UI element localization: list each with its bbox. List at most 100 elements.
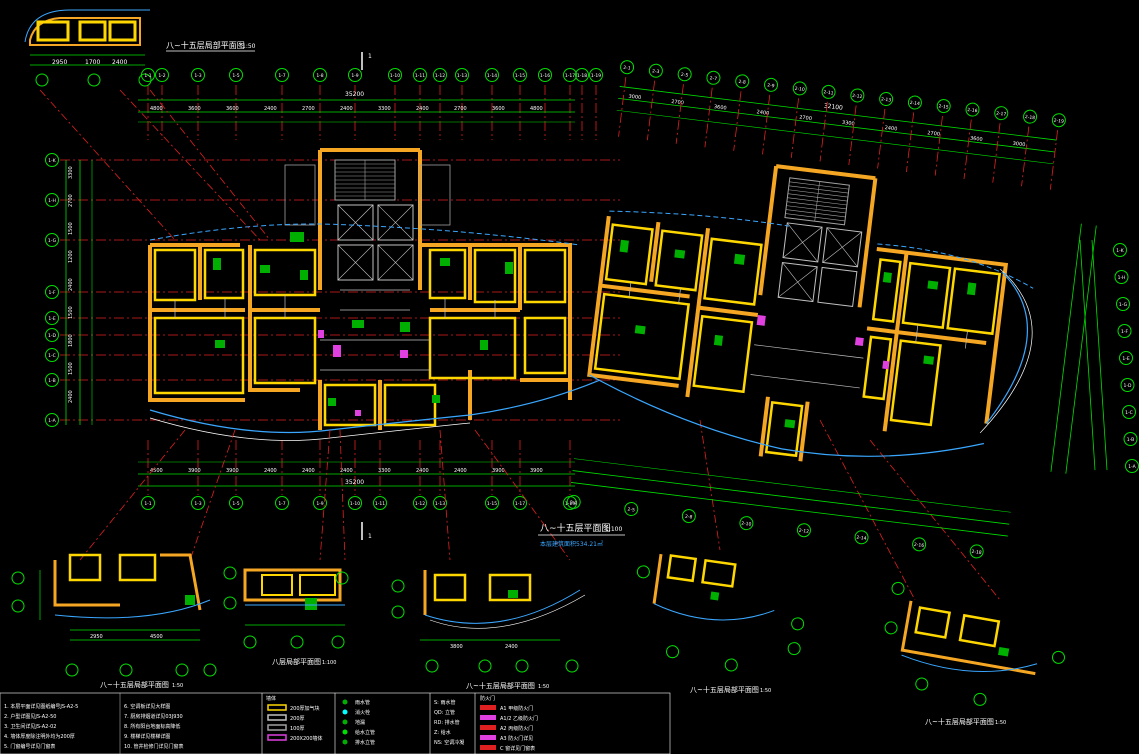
scale-top-left-detail: 1:50 bbox=[242, 43, 256, 50]
left-axis-bubble-label: 1-C bbox=[48, 353, 56, 359]
top-axis-bubble-label: 1-7 bbox=[278, 73, 285, 79]
dim-left-segment: 1500 bbox=[68, 306, 74, 319]
left-axis-bubble-label: 1-D bbox=[48, 333, 56, 339]
right-top-axis-bubble-label: 2-13 bbox=[881, 96, 892, 103]
bottom-axis-bubble-label: 1-3 bbox=[194, 501, 201, 507]
right-side-axis-bubble-label: 1-B bbox=[1127, 437, 1134, 443]
dim-bottom-segment: 2400 bbox=[302, 468, 315, 474]
legend-code-item: RD: 排水管 bbox=[434, 719, 460, 726]
left-axis-bubble-label: 1-A bbox=[48, 418, 56, 424]
legend-wall-item: 100厚 bbox=[290, 726, 305, 732]
dim-bottom-segment: 2400 bbox=[264, 468, 277, 474]
dim-bottom-segment: 2400 bbox=[454, 468, 467, 474]
svg-text:3800: 3800 bbox=[450, 644, 463, 650]
legend-door-item: C 窗详见门窗表 bbox=[500, 745, 535, 752]
dim-detail-2: 1700 bbox=[85, 59, 100, 66]
top-axis-bubble-label: 1-14 bbox=[487, 73, 497, 79]
right-top-axis-bubble-label: 2-17 bbox=[996, 111, 1007, 118]
title-detail-bottom-4: 八~十五层局部平面图 bbox=[690, 685, 759, 694]
title-detail-bottom-5: 八~十五层局部平面图 bbox=[925, 717, 994, 726]
legend-symbol-swatch bbox=[342, 709, 348, 715]
right-side-axis-bubble-label: 1-F bbox=[1121, 329, 1128, 335]
dim-top-segment: 3600 bbox=[492, 106, 505, 112]
right-top-axis-bubble-label: 2-3 bbox=[652, 68, 660, 75]
bottom-axis-bubble-label: 1-5 bbox=[232, 501, 239, 507]
svg-text:1:100: 1:100 bbox=[322, 660, 336, 666]
right-bottom-axis-bubble-label: 2-18 bbox=[971, 549, 982, 556]
legend-wall-item: 200X200墙体 bbox=[290, 735, 323, 742]
bottom-axis-bubble-label: 1-15 bbox=[487, 501, 497, 507]
dim-top-segment: 2700 bbox=[454, 106, 467, 112]
dim-top-segment: 3300 bbox=[378, 106, 391, 112]
right-top-axis-bubble-label: 2-5 bbox=[681, 72, 689, 79]
right-bottom-axis-bubble-label: 2-5 bbox=[627, 507, 635, 514]
dim-bottom-segment: 2400 bbox=[416, 468, 429, 474]
right-side-axis-bubble-label: 1-G bbox=[1119, 302, 1128, 308]
right-top-axis-bubble-label: 2-1 bbox=[623, 65, 631, 72]
legend-note: 4. 墙体厚度除注明外均为200厚 bbox=[4, 733, 75, 740]
svg-text:1:50: 1:50 bbox=[995, 720, 1006, 726]
legend-note: 2. 户型详图见JS-A2-50 bbox=[4, 713, 56, 720]
dim-top-segment: 3600 bbox=[188, 106, 201, 112]
title-top-left-detail: 八~十五层局部平面图 bbox=[166, 40, 245, 50]
dim-left-segment: 2400 bbox=[68, 390, 74, 403]
dim-top-segment: 2700 bbox=[302, 106, 315, 112]
dim-left-segment: 1200 bbox=[68, 250, 74, 263]
svg-text:4500: 4500 bbox=[150, 634, 163, 640]
top-axis-bubble-label: 1-13 bbox=[457, 73, 467, 79]
svg-text:1:50: 1:50 bbox=[760, 688, 771, 694]
legend-door-swatch bbox=[480, 705, 496, 710]
legend-symbol-item: 地漏 bbox=[355, 719, 365, 726]
legend-note: 6. 空调板详见大样图 bbox=[124, 703, 170, 710]
legend-door-swatch bbox=[480, 745, 496, 750]
title-detail-bottom-1: 八~十五层局部平面图 bbox=[100, 680, 169, 689]
top-axis-bubble-label: 1-1 bbox=[144, 73, 151, 79]
legend-note: 3. 卫生间详见JS-A2-02 bbox=[4, 723, 56, 730]
dim-top-total: 35200 bbox=[345, 91, 364, 98]
dim-left-segment: 3300 bbox=[68, 166, 74, 179]
legend-door-item: A1/2 乙级防火门 bbox=[500, 715, 538, 722]
legend-note: 1. 本层平面详见图纸编号JS-A2-5 bbox=[4, 703, 78, 710]
legend-code-item: S: 雨水管 bbox=[434, 699, 455, 706]
bottom-axis-bubble-label: 1-17 bbox=[515, 501, 525, 507]
dim-bottom-segment: 3300 bbox=[378, 468, 391, 474]
dim-top-segment: 2400 bbox=[264, 106, 277, 112]
legend-symbol-swatch bbox=[342, 719, 348, 725]
dim-left-segment: 2700 bbox=[68, 194, 74, 207]
dim-left-segment: 1500 bbox=[68, 222, 74, 235]
left-axis-bubble-label: 1-H bbox=[48, 198, 56, 204]
top-axis-bubble-label: 1-18 bbox=[577, 73, 587, 79]
right-bottom-axis-bubble-label: 2-10 bbox=[741, 521, 752, 528]
top-axis-bubble-label: 1-19 bbox=[591, 73, 601, 79]
legend-wall-item: 200厚 bbox=[290, 716, 305, 722]
right-side-axis-bubble-label: 1-A bbox=[1128, 464, 1136, 470]
legend-door-item: A2 丙级防火门 bbox=[500, 725, 533, 732]
bottom-axis-bubble-label: 1-11 bbox=[375, 501, 385, 507]
legend-note: 9. 楼梯详见楼梯详图 bbox=[124, 733, 170, 740]
top-axis-bubble-label: 1-12 bbox=[435, 73, 445, 79]
legend-code-item: Z: 给水 bbox=[434, 729, 451, 736]
left-axis-bubble-label: 1-E bbox=[48, 316, 55, 322]
bottom-axis-bubble-label: 1-12 bbox=[415, 501, 425, 507]
right-bottom-axis-bubble-label: 2-14 bbox=[856, 535, 867, 542]
top-axis-bubble-label: 1-10 bbox=[390, 73, 400, 79]
left-axis-bubble-label: 1-G bbox=[48, 238, 57, 244]
dim-top-segment: 4800 bbox=[150, 106, 163, 112]
dim-bottom-segment: 3900 bbox=[188, 468, 201, 474]
right-side-axis-bubble-label: 1-C bbox=[1125, 410, 1133, 416]
right-side-axis-bubble-label: 1-K bbox=[1116, 248, 1124, 254]
legend-symbol-item: 排水立管 bbox=[355, 739, 375, 746]
legend-door-item: A1 甲级防火门 bbox=[500, 705, 533, 712]
legend-symbol-item: 雨水管 bbox=[355, 699, 370, 706]
dim-top-segment: 4800 bbox=[530, 106, 543, 112]
right-top-axis-bubble-label: 2-11 bbox=[823, 89, 834, 96]
legend-door-swatch bbox=[480, 715, 496, 720]
svg-text:1:50: 1:50 bbox=[538, 684, 549, 690]
main-plan-area: 本层建筑面积534.21㎡ bbox=[540, 540, 603, 548]
right-top-axis-bubble-label: 2-7 bbox=[709, 75, 717, 82]
dim-bottom-total: 35200 bbox=[345, 479, 364, 486]
dim-bottom-segment: 3900 bbox=[530, 468, 543, 474]
right-top-axis-bubble-label: 2-18 bbox=[1024, 114, 1035, 121]
legend-symbol-swatch bbox=[342, 729, 348, 735]
dim-bottom-segment: 3900 bbox=[492, 468, 505, 474]
